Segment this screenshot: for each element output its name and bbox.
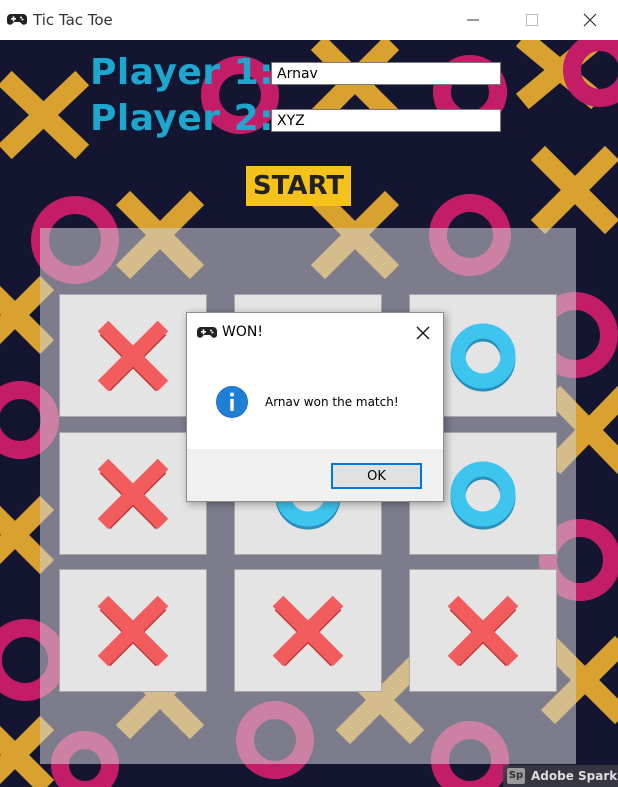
title-bar: Tic Tac Toe xyxy=(0,0,618,40)
adobe-spark-watermark: Sp Adobe Spark xyxy=(503,765,618,787)
player2-label: Player 2: xyxy=(90,98,275,139)
board-cell[interactable] xyxy=(59,432,207,555)
player1-label: Player 1: xyxy=(90,52,275,93)
info-icon xyxy=(216,386,248,418)
x-mark-icon xyxy=(97,595,169,666)
board-cell[interactable] xyxy=(409,569,557,692)
board-cell[interactable] xyxy=(59,569,207,692)
dialog-message: Arnav won the match! xyxy=(265,395,399,409)
x-mark-icon xyxy=(97,458,169,529)
x-mark-icon xyxy=(447,595,519,666)
minimize-button[interactable] xyxy=(444,0,502,40)
x-mark-icon xyxy=(97,320,169,391)
close-icon xyxy=(583,13,597,27)
board-cell[interactable] xyxy=(59,294,207,417)
maximize-button[interactable] xyxy=(503,0,561,40)
adobe-spark-logo: Sp xyxy=(507,768,525,784)
player2-name-input[interactable] xyxy=(271,109,501,132)
start-button[interactable]: START xyxy=(246,166,351,206)
o-mark-icon xyxy=(450,323,516,391)
dialog-title: WON! xyxy=(222,324,263,340)
close-icon xyxy=(416,326,430,340)
gamepad-icon xyxy=(197,327,217,338)
gamepad-icon xyxy=(7,14,27,25)
win-dialog: WON! Arnav won the match! OK xyxy=(186,312,444,502)
player1-name-input[interactable] xyxy=(271,62,501,85)
dialog-footer: OK xyxy=(187,449,443,501)
watermark-text: Adobe Spark xyxy=(531,769,618,783)
close-button[interactable] xyxy=(561,0,618,40)
board-cell[interactable] xyxy=(234,569,382,692)
dialog-close-button[interactable] xyxy=(411,321,435,345)
minimize-icon xyxy=(467,19,479,21)
maximize-icon xyxy=(526,14,538,26)
window-title: Tic Tac Toe xyxy=(33,11,113,29)
ok-button[interactable]: OK xyxy=(331,463,422,489)
x-mark-icon xyxy=(272,595,344,666)
o-mark-icon xyxy=(450,461,516,529)
